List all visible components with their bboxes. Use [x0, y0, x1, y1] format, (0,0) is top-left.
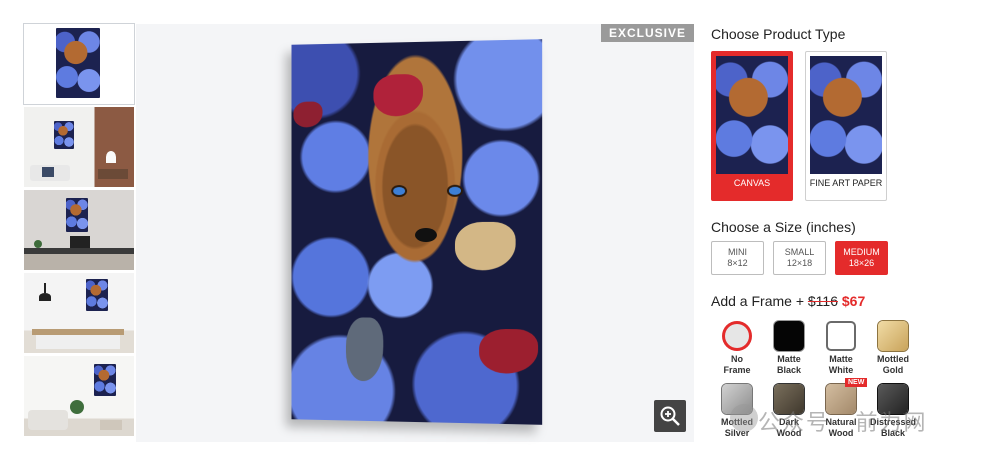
zoom-in-icon — [660, 406, 680, 426]
product-type-label: CANVAS — [733, 178, 771, 188]
table — [98, 169, 128, 179]
watermark-icon — [730, 404, 758, 432]
artwork-image — [94, 364, 116, 396]
frame-label: Distressed Black — [869, 417, 917, 438]
artwork-image — [56, 28, 100, 98]
pendant-cord — [44, 283, 46, 293]
fox-eye-right — [448, 186, 461, 195]
main-product-image — [291, 39, 543, 425]
frame-option-no-frame[interactable]: No Frame — [711, 321, 763, 376]
red-fish-lower — [479, 328, 539, 375]
product-options: Choose Product Type CANVAS FINE ART PAPE… — [711, 26, 981, 439]
thumbnail-room-office[interactable] — [24, 190, 134, 270]
thumbnail-artwork[interactable] — [23, 23, 135, 105]
canvas-preview-image — [716, 56, 788, 174]
size-name: SMALL — [784, 247, 815, 257]
frame-label: Natural Wood — [825, 417, 857, 438]
size-small[interactable]: SMALL 12×18 — [773, 241, 826, 275]
frame-option-natural-wood[interactable]: NEW Natural Wood — [815, 378, 868, 439]
frame-label: Matte White — [828, 354, 854, 375]
frame-heading: Add a Frame + $116 $67 — [711, 293, 981, 309]
product-type-label: FINE ART PAPER — [809, 178, 883, 188]
size-name: MINI — [728, 247, 747, 257]
product-type-canvas[interactable]: CANVAS — [711, 51, 793, 201]
product-type-heading: Choose Product Type — [711, 26, 846, 42]
matte-white-swatch — [826, 321, 856, 351]
distressed-black-swatch — [878, 384, 908, 414]
matte-black-swatch — [774, 321, 804, 351]
golden-fish — [454, 221, 516, 271]
thumbnail-room-dining[interactable] — [24, 273, 134, 353]
thumbnail-room-living[interactable] — [24, 107, 134, 187]
frame-option-matte-black[interactable]: Matte Black — [763, 321, 815, 376]
product-type-options: CANVAS FINE ART PAPER — [711, 51, 981, 201]
frame-label: Dark Wood — [776, 417, 802, 438]
size-dims: 18×26 — [848, 258, 875, 268]
natural-wood-swatch — [826, 384, 856, 414]
exclusive-badge: EXCLUSIVE — [600, 24, 694, 42]
size-medium[interactable]: MEDIUM 18×26 — [835, 241, 888, 275]
pillow — [42, 167, 54, 177]
frame-option-dark-wood[interactable]: Dark Wood — [763, 384, 815, 439]
dark-wood-swatch — [774, 384, 804, 414]
frame-heading-label: Add a Frame + — [711, 293, 804, 309]
teal-fish — [345, 317, 384, 382]
basket — [100, 420, 122, 430]
mottled-gold-swatch — [878, 321, 908, 351]
cabinet — [36, 335, 120, 349]
monitor — [70, 236, 90, 248]
small-red-fish — [293, 101, 323, 128]
frame-label: No Frame — [723, 354, 751, 375]
size-mini[interactable]: MINI 8×12 — [711, 241, 764, 275]
thumbnail-room-lounge[interactable] — [24, 356, 134, 436]
frame-label: Matte Black — [776, 354, 802, 375]
frame-option-matte-white[interactable]: Matte White — [815, 321, 867, 376]
armchair — [28, 410, 68, 430]
red-fish — [373, 73, 423, 117]
artwork-image — [54, 121, 74, 149]
size-heading: Choose a Size (inches) — [711, 219, 856, 235]
frame-old-price: $116 — [807, 293, 838, 309]
artwork-image — [86, 279, 108, 311]
pendant-lamp — [39, 293, 51, 301]
lamp — [106, 151, 116, 163]
thumbnail-list — [23, 23, 135, 439]
size-name: MEDIUM — [843, 247, 880, 257]
size-options: MINI 8×12 SMALL 12×18 MEDIUM 18×26 — [711, 241, 981, 275]
frame-option-mottled-gold[interactable]: Mottled Gold — [867, 321, 919, 376]
artwork-image — [66, 198, 88, 232]
no-frame-swatch — [722, 321, 752, 351]
frame-new-price: $67 — [841, 293, 866, 309]
paper-preview-image — [810, 56, 882, 174]
frame-label: Mottled Gold — [877, 354, 909, 375]
plant — [70, 400, 84, 414]
fox-nose — [415, 227, 437, 243]
zoom-button[interactable] — [654, 400, 686, 432]
size-dims: 8×12 — [727, 258, 748, 268]
product-type-fine-art-paper[interactable]: FINE ART PAPER — [805, 51, 887, 201]
desk — [24, 248, 134, 254]
new-badge: NEW — [845, 378, 868, 387]
product-viewer: EXCLUSIVE — [136, 24, 694, 442]
fox-eye-left — [393, 187, 406, 196]
frame-option-distressed-black[interactable]: Distressed Black — [867, 384, 919, 439]
size-dims: 12×18 — [786, 258, 813, 268]
plant — [34, 240, 42, 248]
